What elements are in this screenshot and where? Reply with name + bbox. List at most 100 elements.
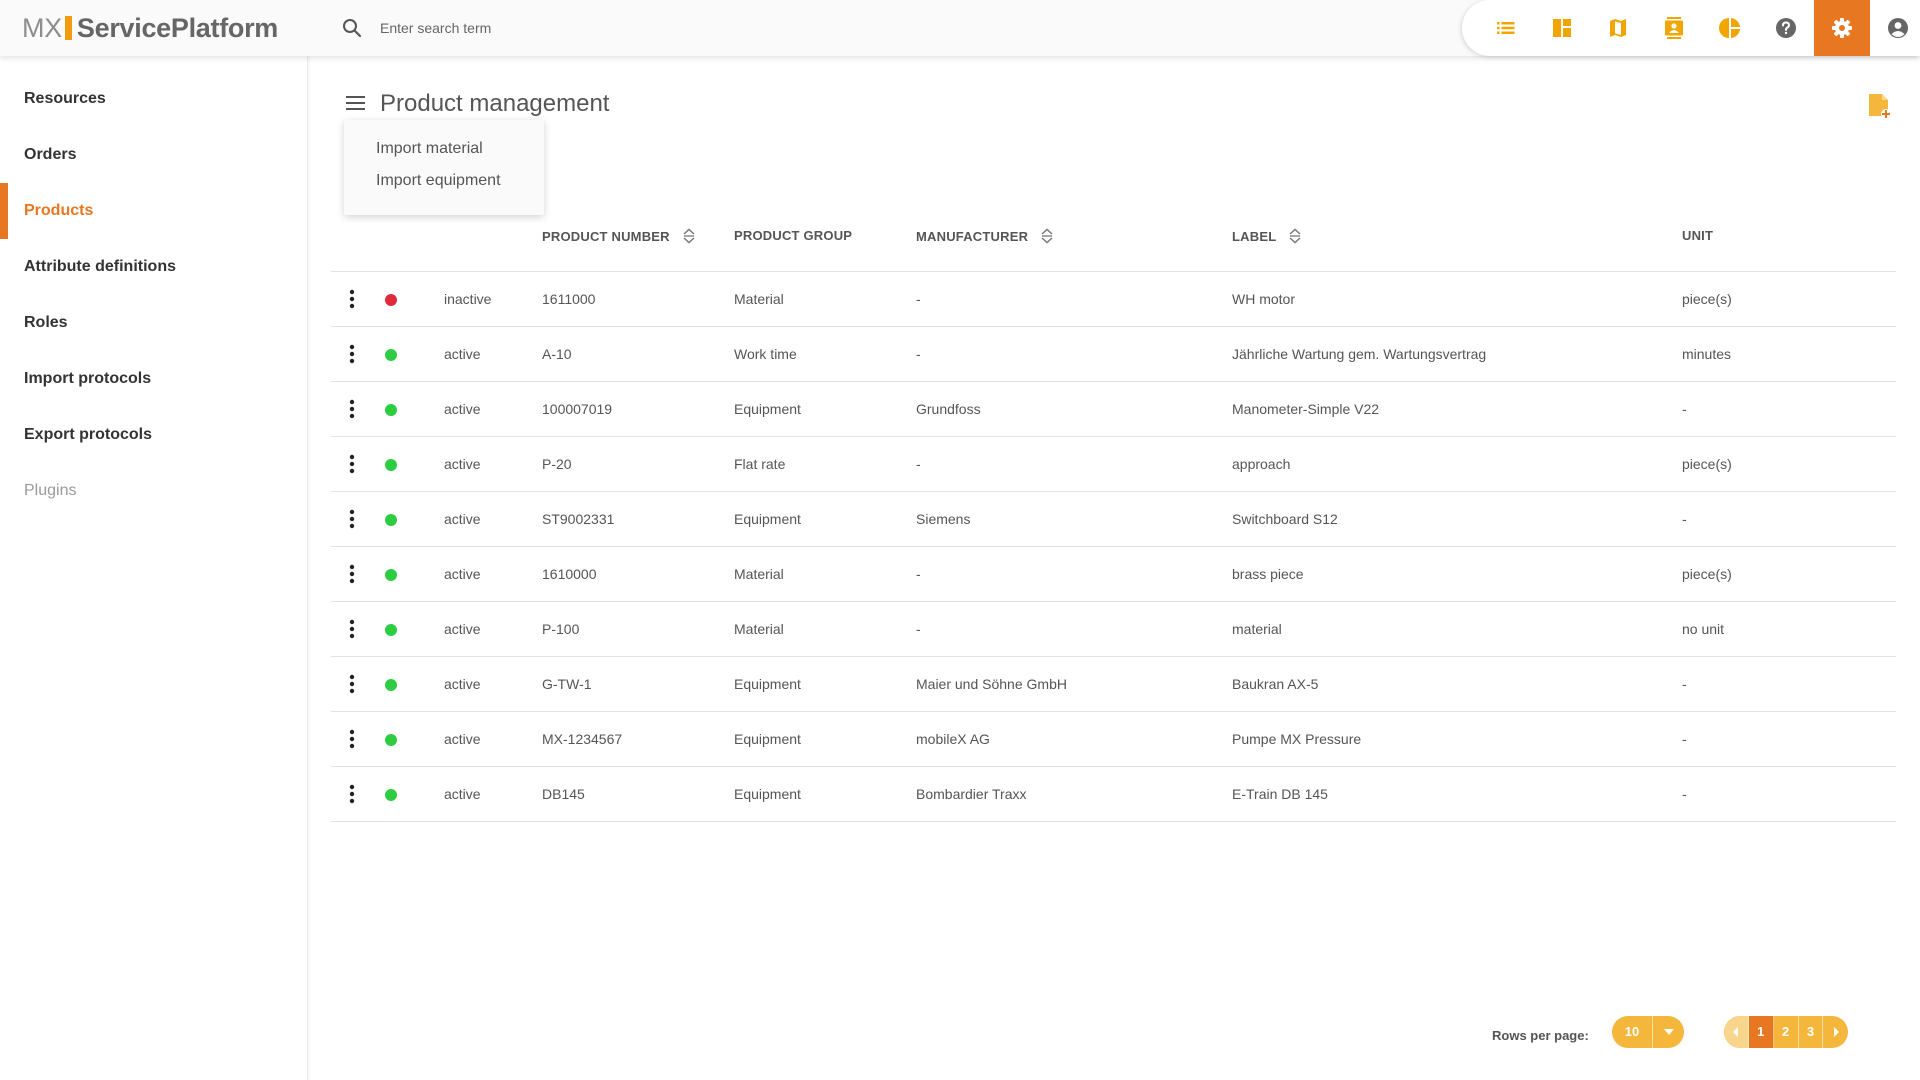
sidebar-item-products[interactable]: Products <box>0 183 307 239</box>
rows-per-page-select[interactable]: 10 <box>1612 1016 1684 1048</box>
more-vert-icon[interactable] <box>345 288 359 310</box>
more-vert-icon[interactable] <box>345 453 359 475</box>
status-dot <box>385 734 397 746</box>
more-vert-icon[interactable] <box>345 618 359 640</box>
toolbar-help-button[interactable] <box>1758 0 1814 56</box>
table-row[interactable]: active ST9002331 Equipment Siemens Switchboa… <box>331 492 1896 547</box>
more-vert-icon[interactable] <box>345 343 359 365</box>
column-header-product-number[interactable]: PRODUCT NUMBER <box>542 228 696 244</box>
cell-manufacturer: - <box>916 621 921 637</box>
more-vert-icon[interactable] <box>345 728 359 750</box>
more-vert-icon[interactable] <box>345 563 359 585</box>
cell-group: Work time <box>734 346 797 362</box>
cell-unit: - <box>1682 731 1687 747</box>
app-logo[interactable]: MX ServicePlatform <box>22 12 278 44</box>
cell-unit: - <box>1682 786 1687 802</box>
add-document-icon[interactable] <box>1866 92 1892 120</box>
column-header-label: UNIT <box>1682 228 1714 243</box>
status-dot <box>385 404 397 416</box>
chevron-left-icon <box>1732 1027 1738 1037</box>
toolbar-account-button[interactable] <box>1870 0 1920 56</box>
toolbar-settings-button[interactable] <box>1814 0 1870 56</box>
sort-icon[interactable] <box>682 228 696 244</box>
status-dot <box>385 789 397 801</box>
column-header-label: PRODUCT NUMBER <box>542 228 670 244</box>
sidebar-item-attribute-definitions[interactable]: Attribute definitions <box>0 239 307 295</box>
cell-status: active <box>444 676 481 692</box>
page-button-2[interactable]: 2 <box>1774 1016 1799 1048</box>
sort-icon[interactable] <box>1288 228 1302 244</box>
more-vert-icon[interactable] <box>345 398 359 420</box>
sidebar-item-import-protocols[interactable]: Import protocols <box>0 351 307 407</box>
toolbar-dashboard-button[interactable] <box>1534 0 1590 56</box>
cell-unit: - <box>1682 676 1687 692</box>
cell-group: Flat rate <box>734 456 786 472</box>
next-page-button[interactable] <box>1823 1016 1848 1048</box>
status-dot <box>385 459 397 471</box>
chevron-right-icon <box>1833 1027 1839 1037</box>
more-vert-icon[interactable] <box>345 783 359 805</box>
table-row[interactable]: active DB145 Equipment Bombardier Traxx E-Tr… <box>331 767 1896 822</box>
cell-label: material <box>1232 621 1282 637</box>
sidebar-item-export-protocols[interactable]: Export protocols <box>0 407 307 463</box>
table-row[interactable]: active A-10 Work time - Jährliche Wartung ge… <box>331 327 1896 382</box>
cell-group: Material <box>734 621 784 637</box>
more-vert-icon[interactable] <box>345 673 359 695</box>
page-button-3[interactable]: 3 <box>1799 1016 1824 1048</box>
column-header-label[interactable]: LABEL <box>1232 228 1302 244</box>
cell-group: Equipment <box>734 401 801 417</box>
more-vert-icon[interactable] <box>345 508 359 530</box>
cell-label: Pumpe MX Pressure <box>1232 731 1362 747</box>
cell-number: DB145 <box>542 786 585 802</box>
search-icon[interactable] <box>340 16 364 40</box>
toolbar-reports-button[interactable] <box>1702 0 1758 56</box>
table-row[interactable]: active 1610000 Material - brass piece piece(s… <box>331 547 1896 602</box>
cell-label: E-Train DB 145 <box>1232 786 1328 802</box>
toolbar-map-button[interactable] <box>1590 0 1646 56</box>
cell-manufacturer: - <box>916 566 921 582</box>
status-dot <box>385 349 397 361</box>
table-row[interactable]: active G-TW-1 Equipment Maier und Söhne Gmb… <box>331 657 1896 712</box>
column-header-unit: UNIT <box>1682 228 1713 243</box>
page-header: Product management <box>309 56 1920 152</box>
logo-mx: MX <box>22 12 62 43</box>
cell-label: Baukran AX-5 <box>1232 676 1319 692</box>
sort-icon[interactable] <box>1040 228 1054 244</box>
search-input[interactable] <box>380 14 840 42</box>
pagination: 1 2 3 <box>1724 1016 1848 1048</box>
table-row[interactable]: active 100007019 Equipment Grundfoss Manomet… <box>331 382 1896 437</box>
cell-unit: no unit <box>1682 621 1725 637</box>
cell-status: active <box>444 401 481 417</box>
cell-manufacturer: Bombardier Traxx <box>916 786 1027 802</box>
pie-chart-icon <box>1719 18 1740 38</box>
toolbar-contacts-button[interactable] <box>1646 0 1702 56</box>
status-dot <box>385 624 397 636</box>
table-body: inactive 1611000 Material - WH motor piece(s)… <box>331 272 1896 822</box>
sidebar-item-resources[interactable]: Resources <box>0 71 307 127</box>
contacts-icon <box>1665 17 1683 39</box>
table-row[interactable]: active MX-1234567 Equipment mobileX AG Pumpe… <box>331 712 1896 767</box>
menu-item-import-material[interactable]: Import material <box>344 133 544 165</box>
cell-unit: piece(s) <box>1682 566 1732 582</box>
sidebar-item-orders[interactable]: Orders <box>0 127 307 183</box>
previous-page-button[interactable] <box>1724 1016 1749 1048</box>
menu-item-import-equipment[interactable]: Import equipment <box>344 165 544 197</box>
cell-status: active <box>444 786 481 802</box>
table-row[interactable]: active P-100 Material - material no unit <box>331 602 1896 657</box>
toolbar-list-button[interactable] <box>1478 0 1534 56</box>
sidebar-item-roles[interactable]: Roles <box>0 295 307 351</box>
table-row[interactable]: active P-20 Flat rate - approach piece(s) <box>331 437 1896 492</box>
table-row[interactable]: inactive 1611000 Material - WH motor piece(s) <box>331 272 1896 327</box>
dashboard-icon <box>1553 19 1571 37</box>
cell-number: 1610000 <box>542 566 597 582</box>
status-dot <box>385 514 397 526</box>
cell-unit: piece(s) <box>1682 456 1732 472</box>
cell-number: ST9002331 <box>542 511 615 527</box>
table-header: PRODUCT NUMBER PRODUCT GROUP MANUFACTURE… <box>331 145 1896 272</box>
cell-number: 100007019 <box>542 401 613 417</box>
column-header-manufacturer[interactable]: MANUFACTURER <box>916 228 1054 244</box>
menu-icon[interactable] <box>345 94 367 112</box>
page-button-1[interactable]: 1 <box>1748 1016 1774 1048</box>
main-toolbar <box>1462 0 1920 56</box>
cell-number: P-20 <box>542 456 572 472</box>
